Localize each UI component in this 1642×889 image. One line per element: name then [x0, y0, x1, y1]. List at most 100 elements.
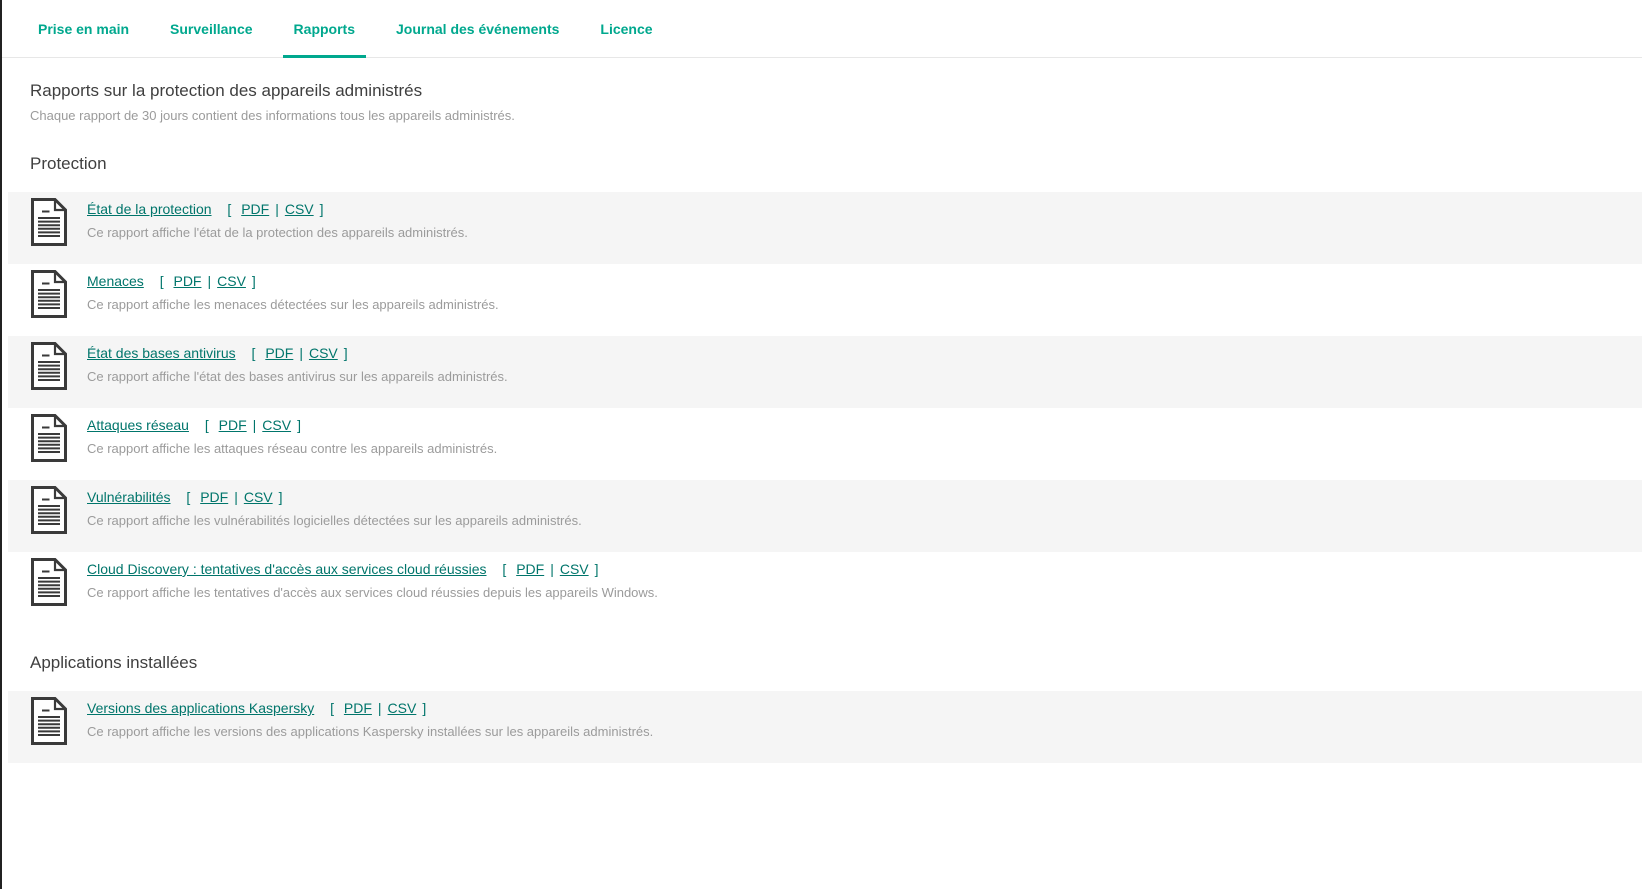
csv-link[interactable]: CSV [560, 561, 589, 577]
report-title-link[interactable]: Vulnérabilités [87, 489, 171, 505]
report-list: État de la protection [ PDF | CSV] Ce rapp… [0, 192, 1642, 624]
report-row-text: Menaces [ PDF | CSV] Ce rapport affiche le… [87, 270, 499, 312]
report-row: État de la protection [ PDF | CSV] Ce rapp… [8, 192, 1642, 264]
report-row-text: Cloud Discovery : tentatives d'accès aux… [87, 558, 658, 600]
report-document-icon [30, 198, 68, 246]
pdf-link[interactable]: PDF [344, 700, 372, 716]
format-separator: | [550, 561, 554, 577]
report-row-text: État de la protection [ PDF | CSV] Ce rapp… [87, 198, 468, 240]
close-bracket: ] [251, 273, 256, 289]
report-format-links: [ PDF | CSV] [205, 417, 301, 433]
format-separator: | [377, 700, 382, 716]
page-subtitle: Chaque rapport de 30 jours contient des … [30, 108, 515, 123]
section-heading: Protection [30, 154, 107, 173]
report-document-icon [30, 414, 68, 462]
report-document-icon [30, 697, 68, 745]
tab-label: Journal des événements [396, 20, 560, 37]
open-bracket: [ [330, 700, 335, 716]
report-description: Ce rapport affiche l'état des bases anti… [87, 369, 508, 384]
pdf-link[interactable]: PDF [265, 345, 293, 361]
format-separator: | [234, 489, 238, 505]
report-row-text: Versions des applications Kaspersky [ PD… [87, 697, 653, 739]
report-title-link[interactable]: Menaces [87, 273, 144, 289]
report-document-icon [30, 558, 68, 606]
report-title-line: Attaques réseau [ PDF | CSV] [87, 416, 497, 434]
close-bracket: ] [422, 700, 427, 716]
report-title-line: Menaces [ PDF | CSV] [87, 272, 499, 290]
report-section-protection: Protection État de la protection [ PDF | C… [0, 155, 1642, 624]
report-row: État des bases antivirus [ PDF | CSV] Ce r… [8, 336, 1642, 408]
report-section-applications-installees: Applications installées Versions des app… [0, 654, 1642, 763]
open-bracket: [ [251, 345, 256, 361]
report-row-text: Attaques réseau [ PDF | CSV] Ce rapport af… [87, 414, 497, 456]
report-description: Ce rapport affiche les vulnérabilités lo… [87, 513, 582, 528]
report-title-line: Versions des applications Kaspersky [ PD… [87, 699, 653, 717]
format-separator: | [299, 345, 303, 361]
close-bracket: ] [319, 201, 324, 217]
close-bracket: ] [297, 417, 301, 433]
report-document-icon [30, 270, 68, 318]
report-description: Ce rapport affiche les attaques réseau c… [87, 441, 498, 456]
close-bracket: ] [278, 489, 283, 505]
close-bracket: ] [594, 561, 599, 577]
tab-licence[interactable]: Licence [589, 0, 663, 57]
page-title: Rapports sur la protection des appareils… [30, 81, 423, 100]
report-title-link[interactable]: État des bases antivirus [87, 345, 236, 361]
pdf-link[interactable]: PDF [241, 201, 269, 217]
section-heading: Applications installées [30, 653, 198, 672]
tab-label: Licence [600, 20, 653, 37]
reports-main: Protection État de la protection [ PDF | C… [0, 155, 1642, 763]
report-title-link[interactable]: État de la protection [87, 201, 212, 217]
report-title-link[interactable]: Attaques réseau [87, 417, 189, 433]
report-row: Attaques réseau [ PDF | CSV] Ce rapport af… [8, 408, 1642, 480]
report-title-line: Cloud Discovery : tentatives d'accès aux… [87, 560, 658, 578]
tab-rapports[interactable]: Rapports [282, 0, 367, 58]
report-title-link[interactable]: Versions des applications Kaspersky [87, 700, 314, 716]
open-bracket: [ [502, 561, 507, 577]
report-title-line: État des bases antivirus [ PDF | CSV] [87, 344, 508, 362]
report-description: Ce rapport affiche les menaces détectées… [87, 297, 499, 312]
report-row: Cloud Discovery : tentatives d'accès aux… [8, 552, 1642, 624]
close-bracket: ] [343, 345, 348, 361]
tab-label: Surveillance [170, 20, 253, 37]
pdf-link[interactable]: PDF [219, 417, 247, 433]
tab-label: Prise en main [38, 20, 130, 37]
report-description: Ce rapport affiche les tentatives d'accè… [87, 585, 658, 600]
report-document-icon [30, 486, 68, 534]
report-row-text: État des bases antivirus [ PDF | CSV] Ce r… [87, 342, 508, 384]
report-title-link[interactable]: Cloud Discovery : tentatives d'accès aux… [87, 561, 487, 577]
csv-link[interactable]: CSV [244, 489, 273, 505]
format-separator: | [207, 273, 212, 289]
report-description: Ce rapport affiche les versions des appl… [87, 724, 654, 739]
report-document-icon [30, 342, 68, 390]
tab-bar: Prise en main Surveillance Rapports Jour… [0, 0, 1642, 58]
csv-link[interactable]: CSV [217, 273, 246, 289]
pdf-link[interactable]: PDF [516, 561, 544, 577]
format-separator: | [252, 417, 257, 433]
pdf-link[interactable]: PDF [200, 489, 228, 505]
report-format-links: [ PDF | CSV] [186, 489, 282, 505]
tab-surveillance[interactable]: Surveillance [159, 0, 264, 57]
report-title-line: Vulnérabilités [ PDF | CSV] [87, 488, 582, 506]
csv-link[interactable]: CSV [285, 201, 314, 217]
report-row: Vulnérabilités [ PDF | CSV] Ce rapport aff… [8, 480, 1642, 552]
window-left-edge [0, 0, 2, 889]
csv-link[interactable]: CSV [388, 700, 417, 716]
csv-link[interactable]: CSV [262, 417, 291, 433]
report-format-links: [ PDF | CSV] [227, 201, 323, 217]
report-format-links: [ PDF | CSV] [252, 345, 348, 361]
report-row-text: Vulnérabilités [ PDF | CSV] Ce rapport aff… [87, 486, 582, 528]
report-title-line: État de la protection [ PDF | CSV] [87, 200, 468, 218]
open-bracket: [ [159, 273, 164, 289]
tab-label: Rapports [293, 20, 355, 37]
format-separator: | [275, 201, 279, 217]
report-format-links: [ PDF | CSV] [502, 561, 598, 577]
tab-prise-en-main[interactable]: Prise en main [27, 0, 140, 57]
tab-journal-des-evenements[interactable]: Journal des événements [385, 0, 570, 57]
report-description: Ce rapport affiche l'état de la protecti… [87, 225, 468, 240]
pdf-link[interactable]: PDF [173, 273, 201, 289]
report-format-links: [ PDF | CSV] [330, 700, 426, 716]
csv-link[interactable]: CSV [309, 345, 338, 361]
open-bracket: [ [186, 489, 191, 505]
report-row: Versions des applications Kaspersky [ PD… [8, 691, 1642, 763]
